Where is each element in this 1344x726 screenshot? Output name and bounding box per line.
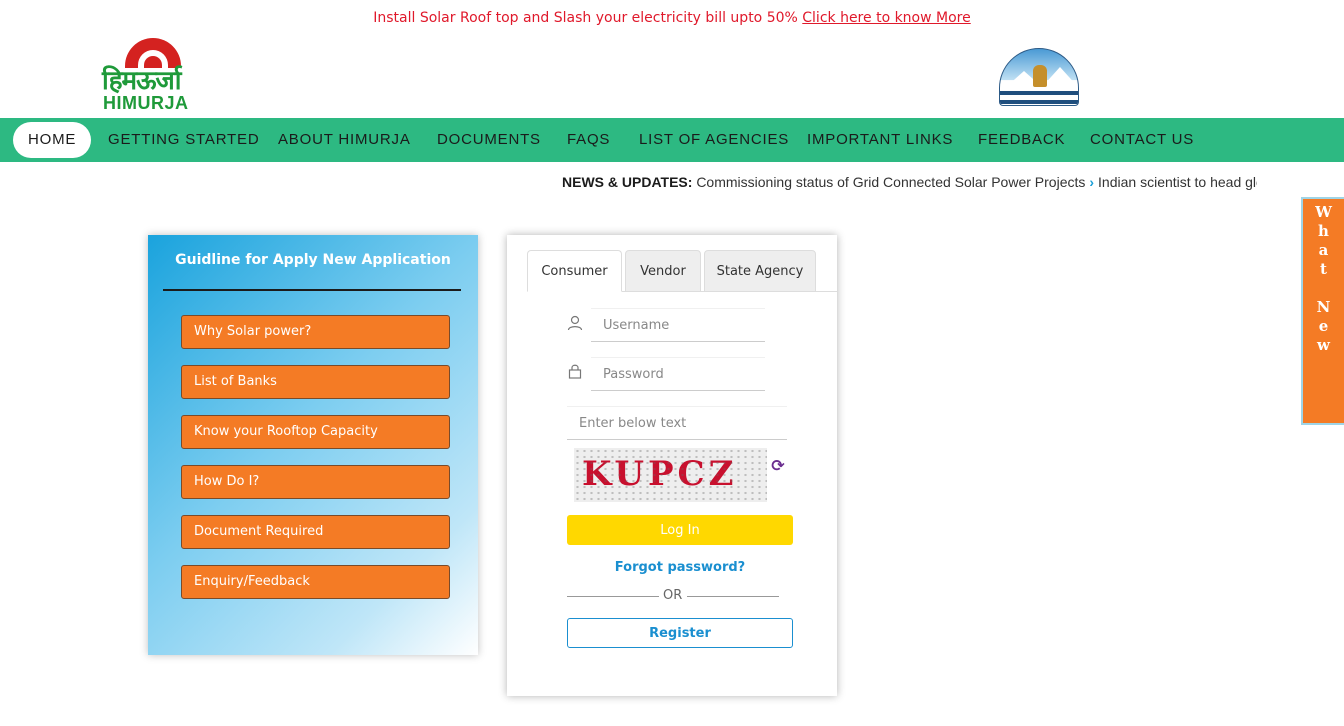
- document-required-button[interactable]: Document Required: [181, 515, 450, 549]
- list-of-banks-button[interactable]: List of Banks: [181, 365, 450, 399]
- how-do-i-button[interactable]: How Do I?: [181, 465, 450, 499]
- nav-getting-started[interactable]: GETTING STARTED: [108, 122, 259, 158]
- login-button[interactable]: Log In: [567, 515, 793, 545]
- logo-hindi-text: हिमऊर्जा: [102, 66, 182, 96]
- whats-new-letter: e: [1318, 317, 1329, 335]
- know-more-link[interactable]: Click here to know More: [802, 10, 970, 26]
- username-input[interactable]: [591, 308, 765, 342]
- nav-about-himurja[interactable]: ABOUT HIMURJA: [278, 122, 411, 158]
- logo-latin-text: HIMURJA: [103, 93, 189, 113]
- whats-new-letter: W: [1315, 203, 1332, 221]
- news-ticker: NEWS & UPDATES: Commissioning status of …: [562, 174, 1257, 192]
- lock-icon: [568, 364, 582, 379]
- captcha-image: KUPCZ: [574, 448, 767, 502]
- himurja-logo[interactable]: हिमऊर्जा HIMURJA: [100, 38, 210, 114]
- or-divider: OR: [567, 588, 779, 604]
- whats-new-letter: N: [1316, 298, 1331, 316]
- guideline-divider: [163, 289, 461, 291]
- rooftop-capacity-button[interactable]: Know your Rooftop Capacity: [181, 415, 450, 449]
- whats-new-letter: w: [1317, 336, 1330, 354]
- himachal-emblem-icon: [999, 48, 1079, 106]
- nav-contact-us[interactable]: CONTACT US: [1090, 122, 1194, 158]
- announcement-text: Install Solar Roof top and Slash your el…: [373, 10, 803, 26]
- guideline-panel: Guidline for Apply New Application Why S…: [148, 235, 478, 655]
- refresh-icon[interactable]: ⟳: [769, 457, 787, 475]
- main-navbar: HOME GETTING STARTED ABOUT HIMURJA DOCUM…: [0, 118, 1344, 162]
- news-item[interactable]: Commissioning status of Grid Connected S…: [696, 174, 1085, 190]
- tab-state-agency[interactable]: State Agency: [704, 250, 816, 292]
- whats-new-letter: h: [1318, 222, 1329, 240]
- guideline-title: Guidline for Apply New Application: [175, 252, 451, 268]
- nav-list-of-agencies[interactable]: LIST OF AGENCIES: [639, 122, 789, 158]
- nav-feedback[interactable]: FEEDBACK: [978, 122, 1065, 158]
- nav-important-links[interactable]: IMPORTANT LINKS: [807, 122, 953, 158]
- announcement-bar: Install Solar Roof top and Slash your el…: [0, 10, 1344, 26]
- chevron-right-icon: ›: [1089, 174, 1095, 190]
- user-icon: [567, 315, 583, 331]
- nav-home[interactable]: HOME: [13, 122, 92, 158]
- forgot-password-link[interactable]: Forgot password?: [507, 560, 853, 575]
- nav-documents[interactable]: DOCUMENTS: [437, 122, 541, 158]
- or-label: OR: [663, 588, 683, 603]
- whats-new-letter: t: [1320, 260, 1327, 278]
- nav-faqs[interactable]: FAQS: [567, 122, 610, 158]
- whats-new-letter: [1303, 279, 1344, 298]
- enquiry-feedback-button[interactable]: Enquiry/Feedback: [181, 565, 450, 599]
- tab-consumer[interactable]: Consumer: [527, 250, 622, 292]
- news-item[interactable]: Indian scientist to head globa: [1098, 174, 1257, 190]
- password-input[interactable]: [591, 357, 765, 391]
- login-panel: Consumer Vendor State Agency KUPCZ ⟳ Log…: [507, 235, 837, 696]
- whats-new-tab[interactable]: W h a t N e w: [1301, 197, 1344, 425]
- tab-vendor[interactable]: Vendor: [625, 250, 701, 292]
- news-label: NEWS & UPDATES:: [562, 174, 693, 190]
- captcha-input[interactable]: [567, 406, 787, 440]
- register-button[interactable]: Register: [567, 618, 793, 648]
- why-solar-power-button[interactable]: Why Solar power?: [181, 315, 450, 349]
- whats-new-letter: a: [1318, 241, 1329, 259]
